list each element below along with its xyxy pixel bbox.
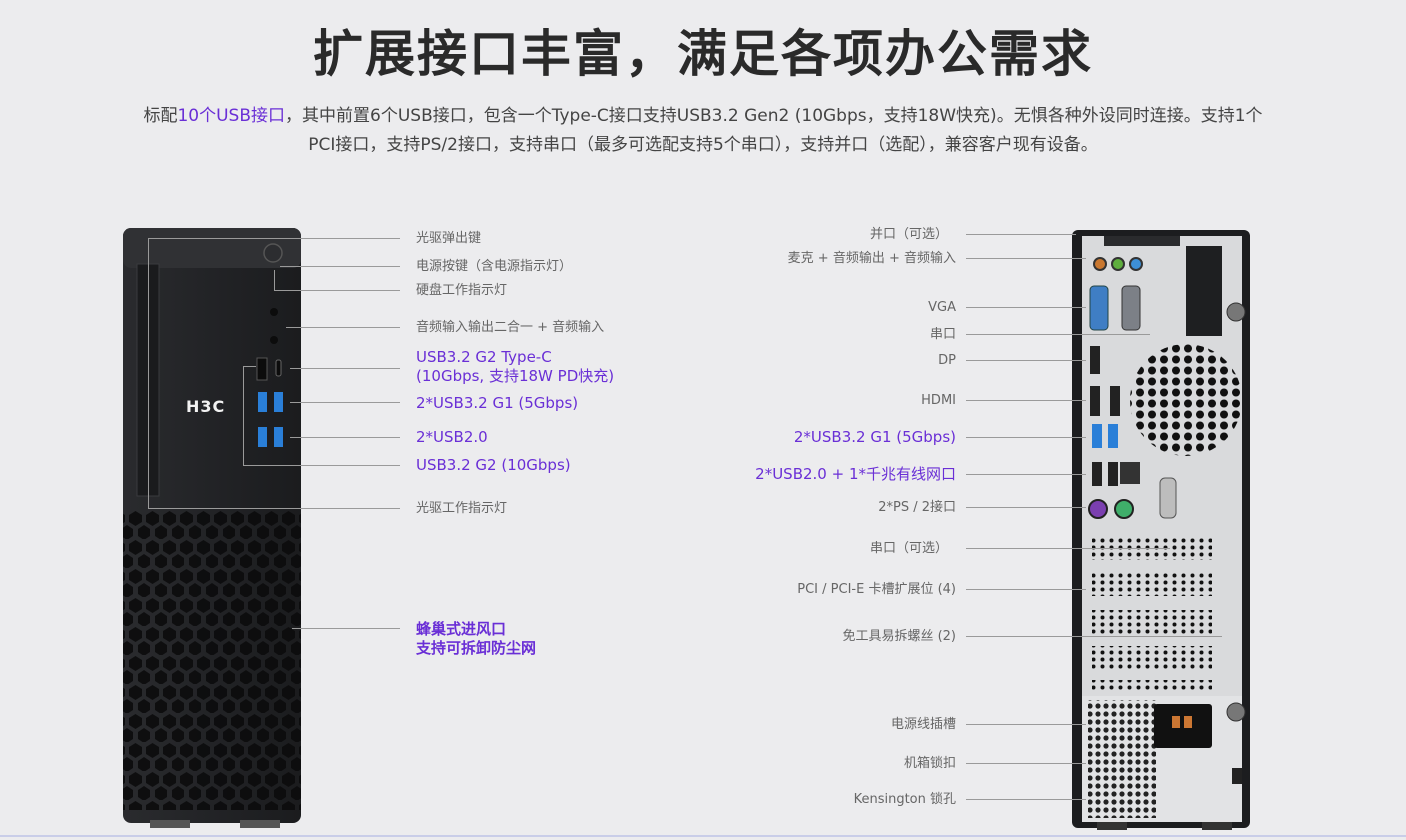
description-line-1: 标配10个USB接口，其中前置6个USB接口，包含一个Type-C接口支持USB…: [0, 102, 1406, 131]
label-front-usb20: 2*USB2.0: [416, 428, 488, 446]
line-optical-eject: [148, 238, 400, 239]
page-description: 标配10个USB接口，其中前置6个USB接口，包含一个Type-C接口支持USB…: [0, 102, 1406, 160]
rline-power: [966, 724, 1086, 725]
label-serial-opt: 串口（可选）: [869, 541, 948, 556]
label-front-usb32g1: 2*USB3.2 G1 (5Gbps): [416, 394, 579, 412]
label-rear-audio: 麦克 + 音频输出 + 音频输入: [787, 251, 956, 266]
rline-kensington: [966, 799, 1086, 800]
line-optical-led: [148, 508, 400, 509]
label-hdd-led: 硬盘工作指示灯: [416, 283, 508, 298]
label-front-usb32g2: USB3.2 G2 (10Gbps): [416, 456, 571, 474]
label-parallel: 并口（可选）: [869, 227, 948, 242]
front-bracket-left: [148, 238, 149, 508]
rline-parallel: [966, 234, 1076, 235]
label-vent-line1: 蜂巢式进风口: [416, 620, 507, 638]
line-usb32g2: [243, 465, 400, 466]
label-ps2: 2*PS / 2接口: [878, 500, 956, 515]
label-rear-usb20-lan: 2*USB2.0 + 1*千兆有线网口: [755, 465, 956, 483]
line-audio: [286, 327, 400, 328]
rline-serial: [966, 334, 1150, 335]
rline-pci: [966, 589, 1086, 590]
line-hdd: [274, 290, 400, 291]
rline-vga: [966, 307, 1086, 308]
line-power-button: [280, 266, 400, 267]
h3c-logo-text: H3C: [186, 397, 226, 416]
label-power-button: 电源按键（含电源指示灯）: [416, 259, 573, 274]
label-power-socket: 电源线插槽: [890, 717, 956, 732]
label-lock: 机箱锁扣: [903, 756, 956, 771]
label-vga: VGA: [928, 300, 956, 315]
rline-dp: [966, 360, 1086, 361]
label-hdmi: HDMI: [921, 393, 956, 408]
line-hdd-vert: [274, 270, 275, 290]
label-typec-line2: (10Gbps, 支持18W PD快充): [416, 367, 615, 385]
description-line-2: PCI接口，支持PS/2接口，支持串口（最多可选配支持5个串口），支持并口（选配…: [308, 135, 1098, 155]
label-vent-line2: 支持可拆卸防尘网: [416, 639, 537, 657]
label-typec-line1: USB3.2 G2 Type-C: [416, 348, 552, 366]
label-dp: DP: [938, 353, 956, 368]
label-rear-usb32g1: 2*USB3.2 G1 (5Gbps): [793, 428, 956, 446]
front-tower-image: [123, 228, 301, 828]
line-usb20: [290, 437, 400, 438]
page-title: 扩展接口丰富，满足各项办公需求: [313, 25, 1093, 83]
line-typec: [290, 368, 400, 369]
label-optical-eject: 光驱弹出键: [416, 231, 482, 246]
rline-serial-opt: [966, 548, 1170, 549]
rline-usb32g1: [966, 437, 1086, 438]
label-optical-led: 光驱工作指示灯: [416, 501, 508, 516]
label-pci: PCI / PCI-E 卡槽扩展位 (4): [797, 582, 956, 597]
line-vent: [292, 628, 400, 629]
rline-ps2: [966, 507, 1086, 508]
desc-highlight: 10个USB接口: [177, 106, 286, 126]
label-serial: 串口: [929, 327, 956, 342]
label-front-audio: 音频输入输出二合一 + 音频输入: [416, 320, 605, 335]
line-usb32g1: [290, 402, 400, 403]
rline-lock: [966, 763, 1086, 764]
rear-tower-image: [1072, 230, 1250, 830]
label-vent: 蜂巢式进风口 支持可拆卸防尘网: [416, 620, 536, 658]
rline-screws: [966, 636, 1222, 637]
rline-audio: [966, 258, 1086, 259]
desc-prefix: 标配: [143, 106, 178, 126]
rline-usb20-lan: [966, 474, 1086, 475]
bottom-divider: [0, 835, 1406, 837]
label-typec: USB3.2 G2 Type-C (10Gbps, 支持18W PD快充): [416, 348, 614, 386]
desc-line1-rest: ，其中前置6个USB接口，包含一个Type-C接口支持USB3.2 Gen2 (…: [285, 106, 1263, 126]
line-usb-bracket: [243, 366, 244, 465]
label-kensington: Kensington 锁孔: [853, 792, 956, 807]
rline-hdmi: [966, 400, 1086, 401]
label-screws: 免工具易拆螺丝 (2): [842, 629, 956, 644]
line-usb-bracket-top: [243, 366, 256, 367]
